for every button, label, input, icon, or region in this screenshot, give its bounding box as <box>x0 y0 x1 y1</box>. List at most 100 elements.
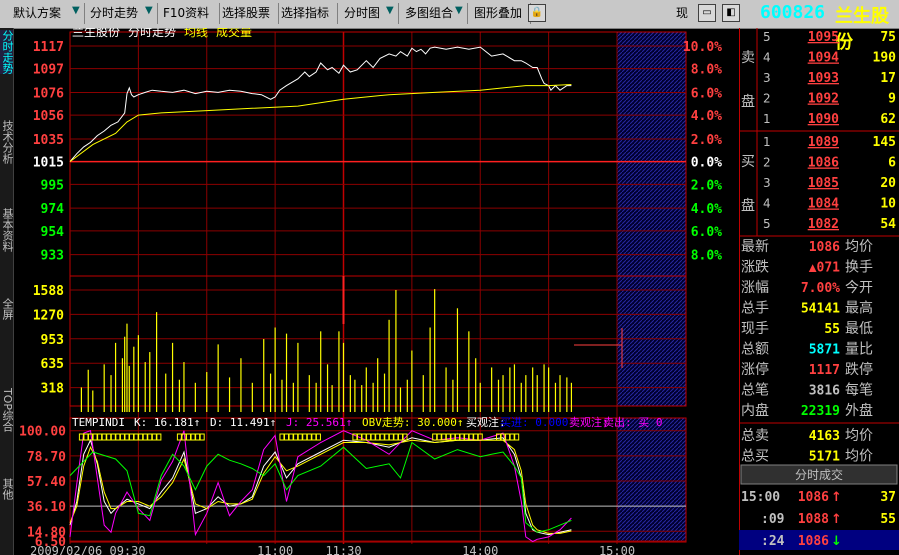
bid-row-price[interactable]: 1089 <box>808 135 839 150</box>
indicator-axis-tick-label: 100.00 <box>19 425 66 440</box>
price-chart-title-4: 成交量 <box>216 28 252 39</box>
signal-marker <box>379 433 385 441</box>
stat-label: 涨幅 <box>741 280 769 296</box>
stat-value: ▲071 <box>809 261 840 276</box>
toolbar-6-dropdown-icon[interactable]: ▼ <box>386 5 394 16</box>
price-axis-tick-label: 954 <box>41 225 65 240</box>
trade-direction-icon: ↑ <box>831 512 842 527</box>
indicator-axis-tick-label: 78.70 <box>27 450 66 465</box>
indicator-header-5: OBV走势: 30.000↑ <box>362 416 463 429</box>
toolbar-6-button[interactable]: 分时图 <box>344 4 380 23</box>
toolbar-8-button[interactable]: 图形叠加 <box>474 4 522 23</box>
toolbar-separator <box>219 3 220 24</box>
bid-row-price[interactable]: 1085 <box>808 176 839 191</box>
total-value: 4163 <box>809 429 840 444</box>
signal-marker <box>397 433 403 441</box>
signal-marker <box>92 433 98 441</box>
ask-row-price[interactable]: 1092 <box>808 92 839 107</box>
signal-marker <box>133 433 139 441</box>
trade-volume: 55 <box>880 512 896 527</box>
ask-row-level: 5 <box>763 30 771 44</box>
signal-marker <box>151 433 157 441</box>
indicator-line-J <box>69 430 572 543</box>
ask-row-price[interactable]: 1090 <box>808 112 839 127</box>
percent-axis-tick-label: 6.0% <box>691 86 722 101</box>
volume-axis-tick-label: 635 <box>41 357 64 372</box>
stock-code: 600826 <box>760 2 826 23</box>
bid-row-price[interactable]: 1082 <box>808 217 839 232</box>
stat-label: 内盘 <box>741 402 769 419</box>
ask-row-price[interactable]: 1093 <box>808 71 839 86</box>
indicator-header-2: K: 16.181↑ <box>134 416 200 429</box>
signal-marker <box>366 433 372 441</box>
toggle-icon[interactable]: ◧ <box>722 4 740 22</box>
stat-label: 外盘 <box>845 402 873 419</box>
side-tab-4[interactable]: 全屏 <box>0 298 14 320</box>
window-icon[interactable]: ▭ <box>698 4 716 22</box>
signal-marker <box>505 433 511 441</box>
toolbar-1-dropdown-icon[interactable]: ▼ <box>72 5 80 16</box>
trade-direction-icon: ↑ <box>831 490 842 505</box>
side-tab-1[interactable]: 分时走势 <box>0 30 14 74</box>
percent-axis-tick-label: 8.0% <box>691 63 722 78</box>
stat-label: 均价 <box>845 239 873 255</box>
stat-label: 总笔 <box>741 383 769 399</box>
toolbar-separator <box>467 3 468 24</box>
stat-value: 1086 <box>809 240 840 255</box>
percent-axis-tick-label: 4.0% <box>691 202 722 217</box>
trade-price: 1086 <box>798 490 829 505</box>
toolbar-4-button[interactable]: 选择股票 <box>222 4 270 23</box>
toolbar-3-button[interactable]: F10资料 <box>163 4 209 23</box>
signal-marker <box>388 433 394 441</box>
bid-row-level: 3 <box>763 176 771 190</box>
trades-header-label: 分时成交 <box>795 467 843 482</box>
side-tab-2[interactable]: 技术分析 <box>0 120 14 164</box>
toolbar-separator <box>278 3 279 24</box>
price-line <box>69 46 572 162</box>
side-tab-3[interactable]: 基本资料 <box>0 208 14 252</box>
stat-value: 55 <box>824 322 840 337</box>
toolbar-2-dropdown-icon[interactable]: ▼ <box>145 5 153 16</box>
total-label: 总买 <box>741 449 769 465</box>
indicator-header-3: D: 11.491↑ <box>210 416 276 429</box>
indicator-axis-tick-label: 57.40 <box>27 475 66 490</box>
indicator-header-4: J: 25.561↑ <box>286 416 352 429</box>
signal-marker <box>450 433 456 441</box>
bid-row-level: 5 <box>763 217 771 231</box>
side-tab-5[interactable]: TOP综合 <box>0 388 14 432</box>
ask-row-price[interactable]: 1095 <box>808 30 839 45</box>
toolbar-7-button[interactable]: 多图组合 <box>405 4 453 23</box>
sell-side-label: 盘 <box>741 93 755 110</box>
price-chart-title-2: 分时走势 <box>128 28 176 39</box>
indicator-axis-tick-label: 36.10 <box>27 500 66 515</box>
toolbar-5-button[interactable]: 选择指标 <box>281 4 329 23</box>
signal-marker <box>124 433 130 441</box>
stat-value: 54141 <box>801 302 840 317</box>
toolbar-separator <box>398 3 399 24</box>
toolbar-7-dropdown-icon[interactable]: ▼ <box>455 5 463 16</box>
price-axis-tick-label: 1015 <box>33 156 64 171</box>
stat-label: 今开 <box>845 280 873 296</box>
time-axis-label: 15:00 <box>599 544 635 555</box>
stat-label: 总额 <box>741 342 769 358</box>
bid-row-level: 2 <box>763 156 771 170</box>
signal-marker <box>83 433 89 441</box>
bid-row-volume: 145 <box>873 135 896 150</box>
bid-row-price[interactable]: 1086 <box>808 156 839 171</box>
lock-icon[interactable]: 🔒 <box>528 4 546 22</box>
toolbar-1-button[interactable]: 默认方案 <box>13 4 61 23</box>
signal-marker <box>293 433 299 441</box>
ask-row-level: 2 <box>763 92 771 106</box>
side-tab-6[interactable]: 其他 <box>0 478 14 500</box>
indicator-header-7: 买进: 0.000 <box>500 416 568 429</box>
signal-marker <box>284 433 290 441</box>
percent-axis-tick-label: 0.0% <box>691 156 722 171</box>
now-button[interactable]: 现 <box>676 4 688 23</box>
volume-axis-tick-label: 1588 <box>33 284 64 299</box>
stat-label: 最高 <box>845 300 873 317</box>
toolbar-2-button[interactable]: 分时走势 <box>90 4 138 23</box>
trade-volume: 37 <box>880 490 896 505</box>
bid-row-price[interactable]: 1084 <box>808 197 839 212</box>
signal-marker <box>459 433 465 441</box>
ask-row-price[interactable]: 1094 <box>808 51 839 66</box>
